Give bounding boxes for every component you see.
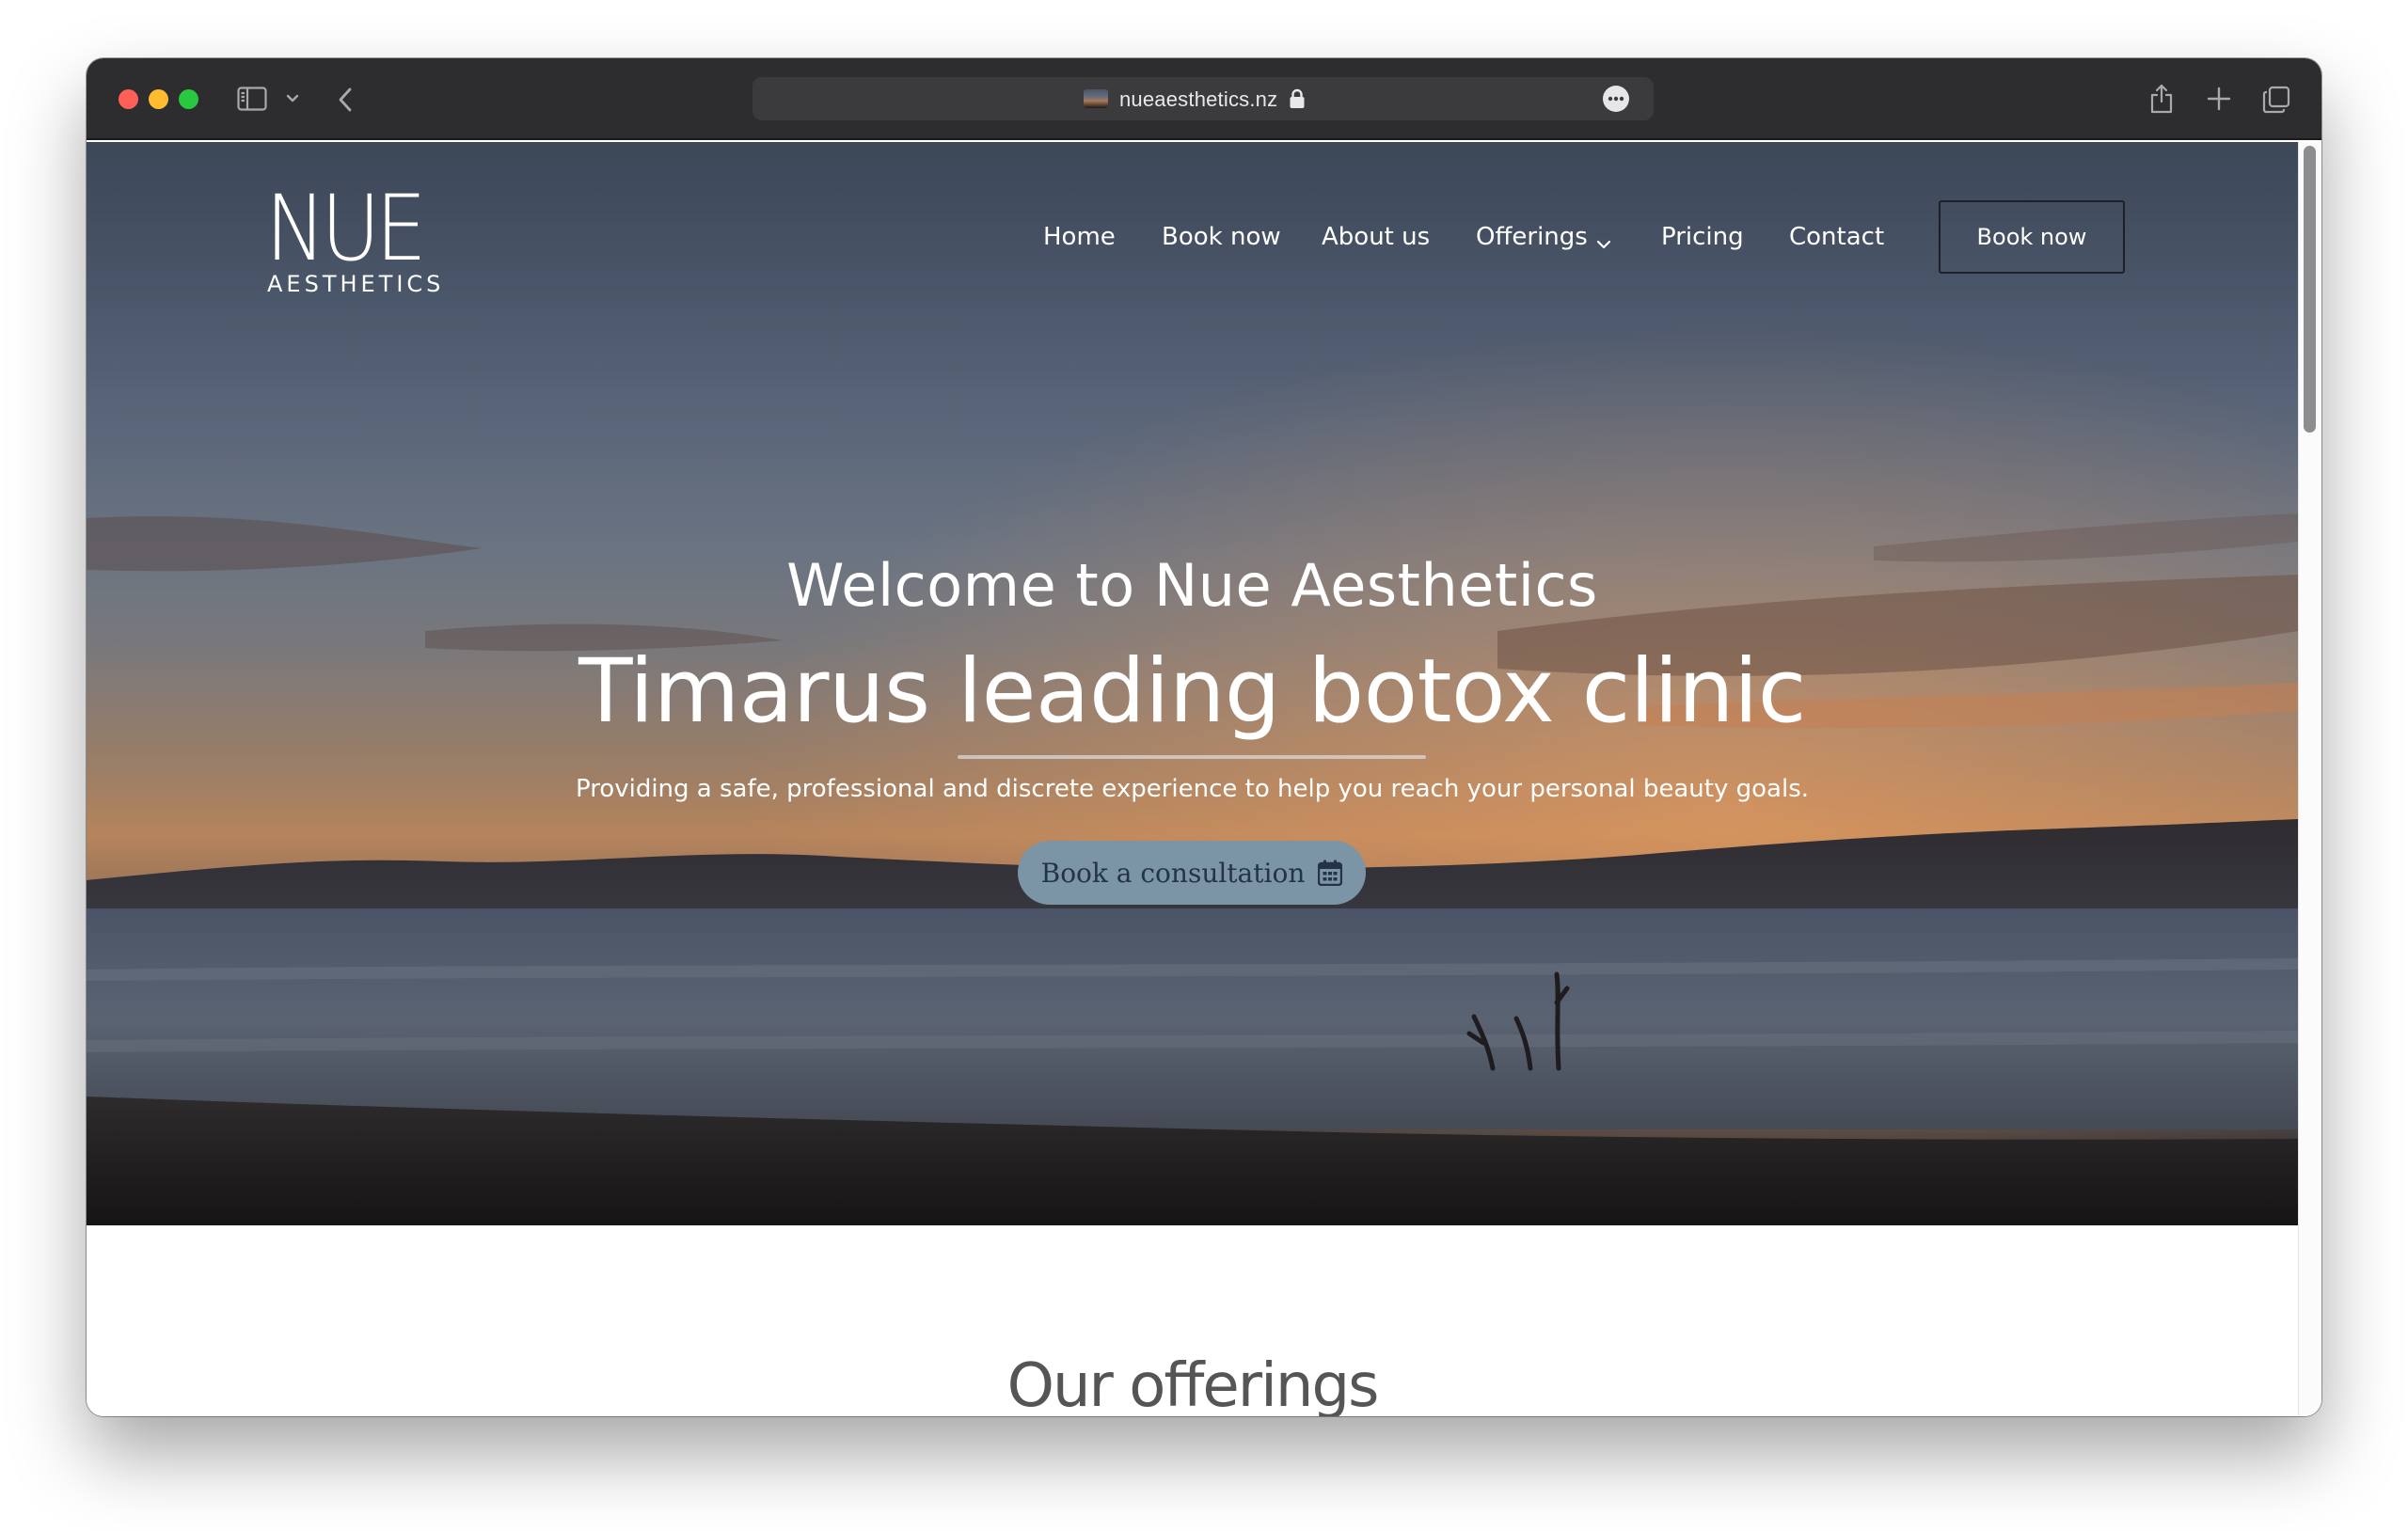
hero-divider <box>958 755 1426 759</box>
share-icon[interactable] <box>2147 81 2177 117</box>
back-arrow-icon[interactable] <box>333 85 357 115</box>
maximize-window-button[interactable] <box>179 89 198 109</box>
nav-offerings[interactable]: Offerings <box>1476 223 1588 251</box>
browser-toolbar: nueaesthetics.nz <box>87 58 2321 140</box>
hero-title: Timarus leading botox clinic <box>578 640 1806 743</box>
site-logo[interactable]: NUE AESTHETICS <box>265 183 453 296</box>
nav-contact[interactable]: Contact <box>1789 223 1884 251</box>
nav-about-us[interactable]: About us <box>1322 223 1430 251</box>
ellipsis-icon[interactable] <box>1603 86 1629 112</box>
page-viewport: NUE AESTHETICS Home Book now About us Of… <box>87 142 2321 1416</box>
book-consultation-button[interactable]: Book a consultation <box>1018 841 1366 905</box>
close-window-button[interactable] <box>119 89 138 109</box>
chevron-down-icon[interactable] <box>284 89 301 108</box>
site-favicon <box>1084 89 1108 108</box>
calendar-icon <box>1318 860 1343 886</box>
chevron-down-icon[interactable] <box>1595 236 1612 249</box>
hero-tagline: Providing a safe, professional and discr… <box>575 775 1810 803</box>
nav-pricing[interactable]: Pricing <box>1661 223 1744 251</box>
book-now-button[interactable]: Book now <box>1939 200 2125 274</box>
plus-icon[interactable] <box>2205 85 2233 113</box>
hero-section: NUE AESTHETICS Home Book now About us Of… <box>87 142 2298 1225</box>
hero-welcome-heading: Welcome to Nue Aesthetics <box>786 551 1598 620</box>
minimize-window-button[interactable] <box>149 89 168 109</box>
page-scrollbar-thumb[interactable] <box>2304 146 2316 433</box>
nav-book-now[interactable]: Book now <box>1162 223 1281 251</box>
logo-wordmark: NUE <box>265 176 427 281</box>
sidebar-icon[interactable] <box>237 87 267 111</box>
offerings-heading: Our offerings <box>1006 1351 1380 1416</box>
logo-subtitle: AESTHETICS <box>267 271 445 297</box>
tab-overview-icon[interactable] <box>2261 85 2291 115</box>
address-bar[interactable]: nueaesthetics.nz <box>752 77 1654 120</box>
lock-icon <box>1289 88 1306 109</box>
cta-label: Book a consultation <box>1040 857 1306 889</box>
url-text: nueaesthetics.nz <box>1119 87 1278 111</box>
nav-home[interactable]: Home <box>1043 223 1116 251</box>
browser-window: nueaesthetics.nz NUE AESTHETICS Home Boo… <box>87 58 2321 1416</box>
